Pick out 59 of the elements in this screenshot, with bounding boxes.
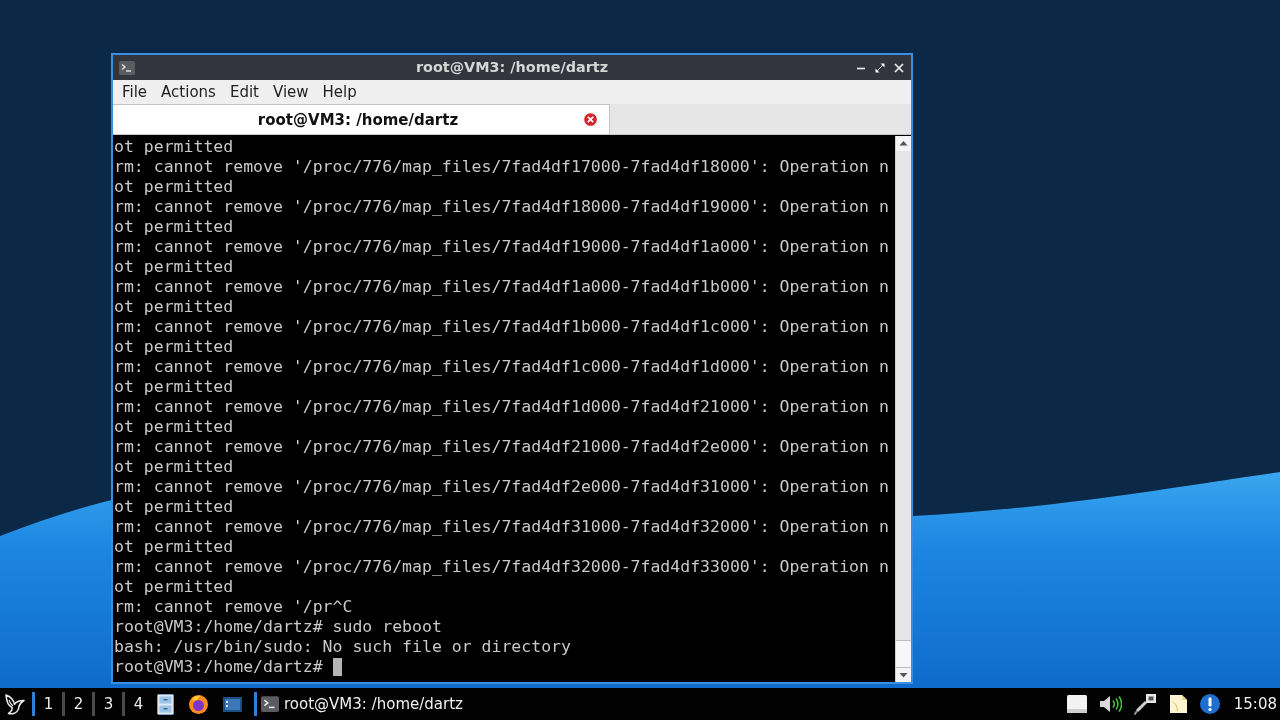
terminal-line: ot permitted [114, 417, 234, 437]
workspace-button[interactable]: 1 [35, 690, 62, 718]
speaker-icon[interactable] [1098, 694, 1122, 714]
network-plug-icon[interactable] [1133, 693, 1156, 715]
menu-item[interactable]: View [265, 81, 316, 103]
tab-close-icon[interactable] [583, 112, 598, 127]
scrollbar[interactable] [895, 136, 911, 682]
terminal-line: rm: cannot remove '/proc/776/map_files/7fad4df1d000-7fad4df21000': Operation n [114, 397, 889, 417]
terminal-line: rm: cannot remove '/proc/776/map_files/7fad4df1b000-7fad4df1c000': Operation n [114, 317, 889, 337]
terminal-line: rm: cannot remove '/proc/776/map_files/7fad4df21000-7fad4df2e000': Operation n [114, 437, 889, 457]
terminal-icon [119, 60, 135, 75]
workspace-button[interactable]: 3 [95, 690, 122, 718]
terminal-line: ot permitted [114, 217, 234, 237]
terminal-line: rm: cannot remove '/proc/776/map_files/7fad4df32000-7fad4df33000': Operation n [114, 557, 889, 577]
scroll-up-icon[interactable] [896, 136, 911, 151]
terminal-line: root@VM3:/home/dartz# sudo reboot [114, 617, 442, 637]
scroll-down-icon[interactable] [896, 668, 911, 682]
terminal-line: ot permitted [114, 577, 234, 597]
tab-label: root@VM3: /home/dartz [256, 110, 460, 129]
clock: 15:08 [1233, 695, 1277, 713]
terminal-line: rm: cannot remove '/proc/776/map_files/7fad4df1c000-7fad4df1d000': Operation n [114, 357, 889, 377]
terminal-line: bash: /usr/bin/sudo: No such file or directory [114, 637, 571, 657]
window-title: root@VM3: /home/dartz [415, 58, 609, 77]
terminal-line: ot permitted [114, 377, 234, 397]
terminal-line: rm: cannot remove '/proc/776/map_files/7fad4df18000-7fad4df19000': Operation n [114, 197, 889, 217]
restore-icon[interactable] [875, 62, 885, 73]
terminal-line: rm: cannot remove '/proc/776/map_files/7fad4df1a000-7fad4df1b000': Operation n [114, 277, 889, 297]
terminal-line: ot permitted [114, 537, 234, 557]
notes-icon[interactable] [1167, 694, 1188, 714]
terminal-icon [261, 696, 279, 712]
terminal-line: rm: cannot remove '/pr^C [114, 597, 353, 617]
terminal-line: ot permitted [114, 297, 234, 317]
monitor-icon[interactable] [223, 696, 242, 712]
menu-item[interactable]: Edit [222, 81, 266, 103]
firefox-icon[interactable] [189, 694, 208, 714]
menu-item[interactable]: File [115, 81, 155, 103]
terminal-line: ot permitted [114, 137, 234, 157]
tab[interactable]: root@VM3: /home/dartz [113, 104, 610, 134]
menu-item[interactable]: Help [315, 81, 364, 103]
terminal-line: ot permitted [114, 457, 234, 477]
bird-icon[interactable] [4, 692, 26, 716]
terminal-line: rm: cannot remove '/proc/776/map_files/7fad4df31000-7fad4df32000': Operation n [114, 517, 889, 537]
scrollbar-thumb[interactable] [896, 640, 911, 668]
close-icon[interactable] [894, 62, 904, 73]
terminal-line: rm: cannot remove '/proc/776/map_files/7fad4df19000-7fad4df1a000': Operation n [114, 237, 889, 257]
workspace-button[interactable]: 4 [125, 690, 152, 718]
terminal-line: rm: cannot remove '/proc/776/map_files/7fad4df2e000-7fad4df31000': Operation n [114, 477, 889, 497]
menu-item[interactable]: Actions [154, 81, 223, 103]
file-cabinet-icon[interactable] [157, 693, 174, 715]
terminal-line: ot permitted [114, 497, 234, 517]
terminal-line: rm: cannot remove '/proc/776/map_files/7fad4df17000-7fad4df18000': Operation n [114, 157, 889, 177]
terminal-line: ot permitted [114, 177, 234, 197]
info-icon[interactable] [1199, 694, 1220, 714]
terminal-line: root@VM3:/home/dartz# [114, 657, 323, 677]
drive-icon[interactable] [1066, 695, 1087, 713]
task-button[interactable]: root@VM3: /home/dartz [257, 690, 469, 718]
terminal-line: ot permitted [114, 257, 234, 277]
workspace-button[interactable]: 2 [65, 690, 92, 718]
terminal-line: ot permitted [114, 337, 234, 357]
